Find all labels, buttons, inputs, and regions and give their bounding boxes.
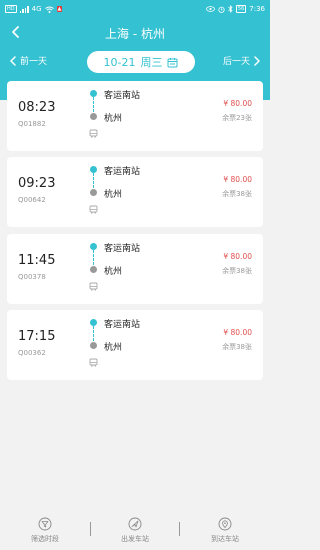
next-day-label: 后一天 — [222, 57, 250, 67]
chevron-left-icon — [10, 55, 16, 66]
trip-card[interactable]: 11:45 Q00378 客运南站 杭州 ¥ 80.00 余票38张 — [7, 234, 263, 304]
chevron-right-icon — [254, 55, 260, 66]
bottom-bar: 筛选时段 出发车站 到达车站 — [0, 510, 270, 550]
destination-dot — [90, 113, 97, 120]
route-line — [93, 326, 94, 341]
origin-station: 客运南站 — [104, 244, 141, 254]
trip-code: Q00642 — [18, 196, 46, 204]
seats-remaining: 余票38张 — [222, 343, 252, 351]
trip-card[interactable]: 17:15 Q00362 客运南站 杭州 ¥ 80.00 余票38张 — [7, 310, 263, 380]
origin-station: 客运南站 — [104, 320, 141, 330]
clock: 7:36 — [249, 5, 265, 13]
wifi-icon — [44, 6, 54, 13]
departure-time: 11:45 — [18, 253, 56, 268]
weekday-label: 周三 — [140, 56, 163, 69]
page-title: 上海 - 杭州 — [105, 27, 165, 41]
bus-icon — [89, 129, 98, 138]
status-right: 56 7:36 — [205, 5, 265, 13]
departure-time: 17:15 — [18, 329, 56, 344]
eye-icon — [205, 6, 215, 12]
destination-station: 杭州 — [104, 267, 123, 277]
seats-remaining: 余票23张 — [222, 114, 252, 122]
bus-icon — [89, 358, 98, 367]
origin-dot — [90, 90, 97, 97]
prev-day-button[interactable]: 前一天 — [10, 54, 47, 67]
bus-icon — [89, 205, 98, 214]
signal-icon — [19, 5, 29, 13]
filter-icon — [38, 517, 52, 530]
origin-dot — [90, 319, 97, 326]
battery-icon: 56 — [235, 5, 247, 13]
departure-time: 09:23 — [18, 176, 56, 191]
seats-remaining: 余票38张 — [222, 190, 252, 198]
departure-station-button[interactable]: 出发车站 — [90, 510, 180, 550]
alarm-icon — [218, 6, 225, 13]
filter-time-button[interactable]: 筛选时段 — [0, 510, 90, 550]
route-line — [93, 173, 94, 188]
date-selector[interactable]: 10-21 周三 — [87, 51, 195, 73]
origin-dot — [90, 243, 97, 250]
destination-station: 杭州 — [104, 343, 123, 353]
trip-code: Q01882 — [18, 120, 46, 128]
navigation-icon — [128, 517, 142, 530]
origin-station: 客运南站 — [104, 91, 141, 101]
location-pin-icon — [218, 517, 232, 530]
route-line — [93, 250, 94, 265]
destination-dot — [90, 342, 97, 349]
trip-card[interactable]: 08:23 Q01882 客运南站 杭州 ¥ 80.00 余票23张 — [7, 81, 263, 151]
destination-station: 杭州 — [104, 114, 123, 124]
destination-station: 杭州 — [104, 190, 123, 200]
ticket-price: ¥ 80.00 — [223, 99, 252, 108]
prev-day-label: 前一天 — [20, 57, 48, 67]
route-line — [93, 97, 94, 112]
filter-time-label: 筛选时段 — [31, 534, 59, 543]
date-row: 前一天 10-21 周三 后一天 — [0, 51, 270, 73]
departure-station-label: 出发车站 — [121, 534, 149, 543]
status-bar: HD 4G ▲ 56 7:36 — [0, 0, 270, 18]
next-day-button[interactable]: 后一天 — [223, 54, 260, 67]
signal-label: 4G — [31, 5, 42, 13]
destination-dot — [90, 189, 97, 196]
notification-icon: ▲ — [56, 6, 63, 12]
hd-indicator: HD — [5, 5, 17, 13]
arrival-station-label: 到达车站 — [211, 534, 239, 543]
status-left: HD 4G ▲ — [5, 5, 63, 13]
trip-code: Q00378 — [18, 273, 46, 281]
arrival-station-button[interactable]: 到达车站 — [180, 510, 270, 550]
ticket-price: ¥ 80.00 — [223, 252, 252, 261]
bus-icon — [89, 282, 98, 291]
departure-time: 08:23 — [18, 100, 56, 115]
trip-code: Q00362 — [18, 349, 46, 357]
trip-card[interactable]: 09:23 Q00642 客运南站 杭州 ¥ 80.00 余票38张 — [7, 157, 263, 227]
ticket-price: ¥ 80.00 — [223, 175, 252, 184]
date-label: 10-21 — [103, 55, 136, 69]
calendar-icon — [167, 57, 178, 67]
destination-dot — [90, 266, 97, 273]
origin-station: 客运南站 — [104, 167, 141, 177]
bluetooth-icon — [228, 5, 233, 13]
ticket-price: ¥ 80.00 — [223, 328, 252, 337]
seats-remaining: 余票38张 — [222, 267, 252, 275]
origin-dot — [90, 166, 97, 173]
